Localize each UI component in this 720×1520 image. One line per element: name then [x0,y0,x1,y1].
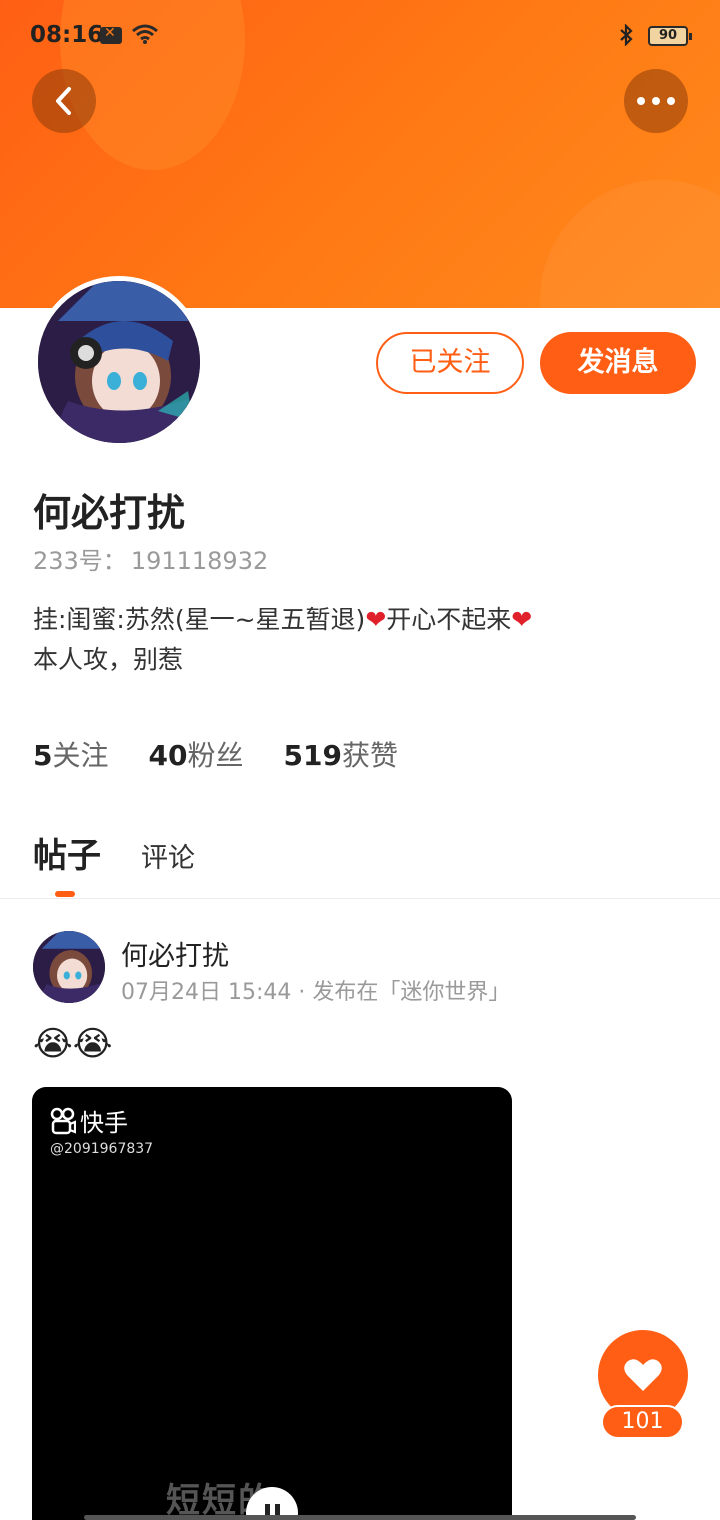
profile-avatar[interactable] [33,276,205,448]
profile-name: 何必打扰 [33,491,186,535]
kuaishou-logo-icon [50,1107,76,1134]
likes-stat[interactable]: 519获赞 [283,734,397,774]
fans-label: 粉丝 [187,739,244,772]
post-author-name[interactable]: 何必打扰 [121,934,229,973]
heart-icon: ❤ [511,605,533,634]
profile-bio: 挂:闺蜜:苏然(星一~星五暂退)❤开心不起来❤ 本人攻，别惹 [33,600,532,680]
tab-posts[interactable]: 帖子 [33,828,101,897]
status-icons [100,24,158,47]
status-time: 08:16 [30,22,104,48]
profile-id-value: 191118932 [130,547,269,575]
tab-comments[interactable]: 评论 [141,836,195,875]
more-dots-icon [637,97,675,105]
likes-label: 获赞 [341,739,398,772]
post-content: 😭😭 [33,1024,113,1064]
bio-line-1: 挂:闺蜜:苏然(星一~星五暂退)❤开心不起来❤ [33,600,532,640]
following-stat[interactable]: 5关注 [33,734,109,774]
video-progress-bar[interactable] [84,1515,636,1520]
likes-count: 519 [283,739,342,772]
more-options-button[interactable] [624,69,688,133]
kuaishou-account: @2091967837 [50,1141,154,1157]
bio-text: 开心不起来 [386,605,512,634]
notification-icon [100,25,122,44]
tab-posts-label: 帖子 [33,836,101,876]
profile-tabs: 帖子 评论 [33,828,195,897]
following-label: 关注 [52,739,109,772]
profile-id: 233号： 191118932 [33,541,268,576]
battery-indicator: 90 [648,26,692,46]
tabs-divider [0,898,720,899]
tab-active-indicator [55,891,75,897]
heart-icon: ❤ [365,605,387,634]
header-decoration [540,180,720,308]
following-count: 5 [33,739,53,772]
kuaishou-brand: 快手 [80,1109,128,1137]
kuaishou-watermark: 快手 [50,1103,128,1138]
bluetooth-icon [618,23,634,52]
status-bar: 08:16 90 [0,0,720,72]
like-count: 101 [601,1405,684,1439]
following-button[interactable]: 已关注 [376,332,524,394]
send-message-button[interactable]: 发消息 [540,332,696,394]
chevron-left-icon [56,87,71,115]
heart-icon [624,1359,662,1391]
fans-stat[interactable]: 40粉丝 [149,734,244,774]
bio-text: 挂:闺蜜:苏然(星一~星五暂退) [33,605,366,634]
fans-count: 40 [148,739,188,772]
post-author-avatar[interactable] [33,931,105,1003]
post-meta: 07月24日 15:44 · 发布在「迷你世界」 [121,980,511,1005]
profile-id-label: 233号： [33,547,127,575]
wifi-icon [132,24,158,47]
bio-line-2: 本人攻，别惹 [33,645,184,674]
back-button[interactable] [32,69,96,133]
post-video[interactable]: 快手 @2091967837 短短的 [32,1087,512,1520]
profile-stats: 5关注 40粉丝 519获赞 [33,734,398,774]
